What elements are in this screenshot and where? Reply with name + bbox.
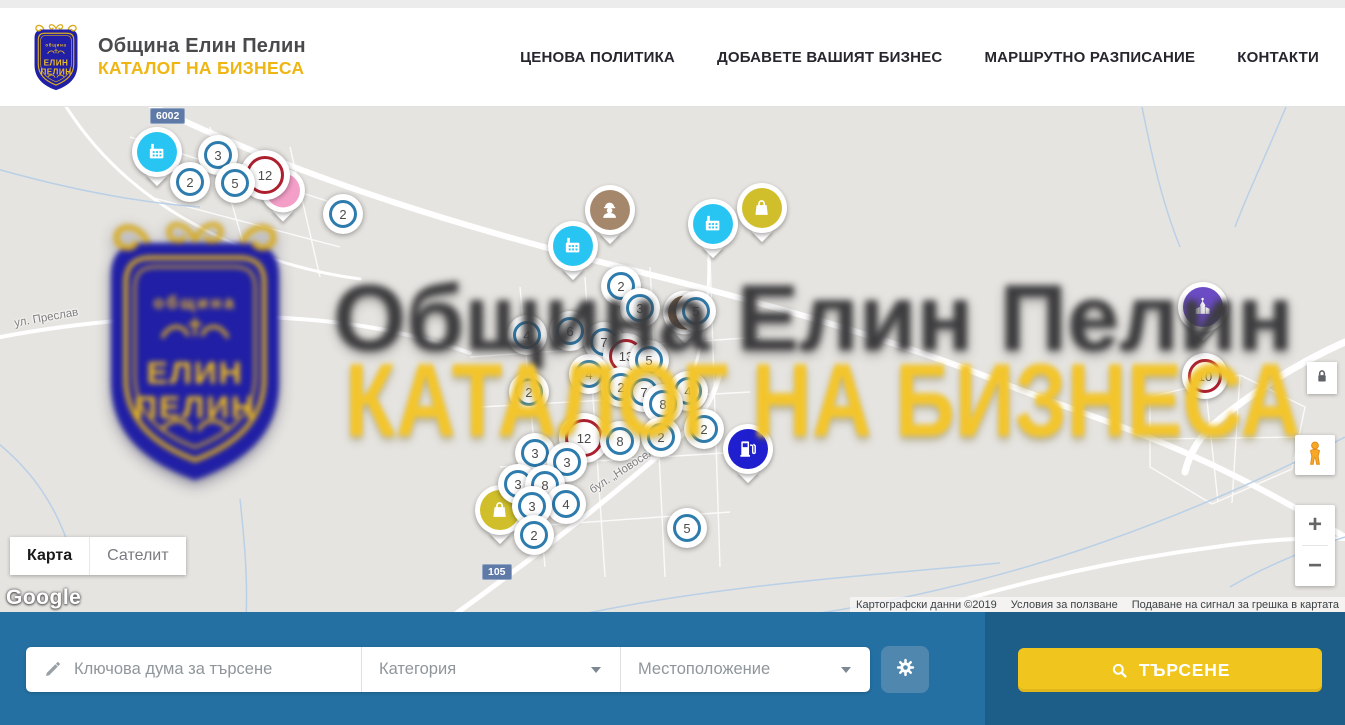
pegman-icon bbox=[1300, 438, 1330, 473]
cluster-ring: 5 bbox=[673, 514, 701, 542]
attribution-link-1[interactable]: Условия за ползване bbox=[1011, 599, 1118, 611]
keyword-field-wrap bbox=[26, 647, 362, 692]
chevron-down-icon bbox=[841, 667, 851, 673]
cluster-marker-2[interactable]: 2 bbox=[684, 409, 724, 449]
factory-icon bbox=[553, 226, 593, 266]
cluster-ring: 3 bbox=[521, 439, 549, 467]
cluster-ring: 2 bbox=[690, 415, 718, 443]
municipality-crest-logo: община ЕЛИН ПЕЛИН bbox=[28, 22, 84, 93]
lock-icon bbox=[1311, 365, 1333, 392]
pencil-icon bbox=[42, 659, 63, 680]
pin-disc bbox=[737, 183, 787, 233]
cluster-marker-4[interactable]: 4 bbox=[546, 484, 586, 524]
cluster-marker-10[interactable]: 10 bbox=[1182, 353, 1228, 399]
zoom-control: + − bbox=[1295, 505, 1335, 586]
attribution-text: Картографски данни ©2019 bbox=[856, 599, 997, 611]
road-badge-6002: 6002 bbox=[150, 108, 185, 124]
fuel-icon bbox=[728, 429, 768, 469]
category-pin-shopping-bag[interactable] bbox=[737, 183, 787, 233]
cluster-ring: 8 bbox=[649, 390, 677, 418]
brand-text: Община Елин Пелин КАТАЛОГ НА БИЗНЕСА bbox=[98, 35, 306, 79]
map-type-control: Карта Сателит bbox=[10, 537, 186, 575]
factory-icon bbox=[137, 132, 177, 172]
category-dropdown-value: Категория bbox=[379, 660, 456, 679]
church-icon bbox=[1183, 287, 1223, 327]
shopping-bag-icon bbox=[742, 188, 782, 228]
cluster-ring: 2 bbox=[647, 423, 675, 451]
cluster-ring: 2 bbox=[329, 200, 357, 228]
nav-item-3[interactable]: КОНТАКТИ bbox=[1237, 49, 1319, 66]
location-dropdown[interactable]: Местоположение bbox=[621, 647, 870, 692]
advanced-settings-button[interactable] bbox=[881, 646, 929, 693]
nav-item-2[interactable]: МАРШРУТНО РАЗПИСАНИЕ bbox=[984, 49, 1195, 66]
pin-disc bbox=[723, 424, 773, 474]
cluster-ring: 4 bbox=[552, 490, 580, 518]
gear-icon bbox=[894, 656, 917, 684]
cluster-ring: 10 bbox=[1188, 359, 1222, 393]
top-strip bbox=[0, 0, 1345, 8]
search-icon bbox=[1110, 661, 1129, 680]
cluster-marker-8[interactable]: 8 bbox=[600, 421, 640, 461]
street-view-pegman-button[interactable] bbox=[1295, 435, 1335, 475]
category-pin-fuel[interactable] bbox=[723, 424, 773, 474]
header: община ЕЛИН ПЕЛИН Община Елин Пелин КАТА… bbox=[0, 8, 1345, 107]
category-dropdown[interactable]: Категория bbox=[362, 647, 621, 692]
cluster-ring: 4 bbox=[575, 360, 603, 388]
site-subtitle: КАТАЛОГ НА БИЗНЕСА bbox=[98, 58, 306, 79]
cluster-marker-2[interactable]: 2 bbox=[641, 417, 681, 457]
cluster-marker-3[interactable]: 3 bbox=[620, 288, 660, 328]
factory-icon bbox=[693, 204, 733, 244]
cluster-ring: 5 bbox=[635, 346, 663, 374]
brand-logo-link[interactable]: община ЕЛИН ПЕЛИН Община Елин Пелин КАТА… bbox=[28, 22, 306, 93]
chevron-down-icon bbox=[591, 667, 601, 673]
cluster-ring: 6 bbox=[556, 317, 584, 345]
pin-disc bbox=[548, 221, 598, 271]
zoom-out-button[interactable]: − bbox=[1295, 546, 1335, 586]
search-button-label: ТЪРСЕНЕ bbox=[1139, 660, 1230, 681]
search-panel: Категория Местоположение bbox=[0, 612, 1345, 725]
category-pin-church[interactable] bbox=[1178, 282, 1228, 332]
lock-button[interactable] bbox=[1307, 362, 1337, 394]
nav-item-0[interactable]: ЦЕНОВА ПОЛИТИКА bbox=[520, 49, 675, 66]
map-type-map-button[interactable]: Карта bbox=[10, 537, 89, 575]
map-attribution: Картографски данни ©2019 Условия за ползв… bbox=[850, 597, 1345, 612]
zoom-in-button[interactable]: + bbox=[1295, 505, 1335, 545]
cluster-marker-2[interactable]: 2 bbox=[170, 162, 210, 202]
cluster-marker-5[interactable]: 5 bbox=[215, 163, 255, 203]
cluster-ring: 8 bbox=[606, 427, 634, 455]
svg-text:ПЕЛИН: ПЕЛИН bbox=[40, 67, 71, 76]
main-nav: ЦЕНОВА ПОЛИТИКА ДОБАВЕТЕ ВАШИЯТ БИЗНЕС МАР… bbox=[520, 49, 1319, 66]
cluster-ring: 2 bbox=[176, 168, 204, 196]
cluster-marker-2[interactable]: 2 bbox=[323, 194, 363, 234]
site-title: Община Елин Пелин bbox=[98, 35, 306, 59]
category-pin-factory[interactable] bbox=[688, 199, 738, 249]
cluster-ring: 5 bbox=[682, 297, 710, 325]
cluster-ring: 2 bbox=[520, 521, 548, 549]
search-submit-button[interactable]: ТЪРСЕНЕ bbox=[1018, 648, 1322, 692]
cluster-marker-4[interactable]: 4 bbox=[507, 315, 547, 355]
map-type-satellite-button[interactable]: Сателит bbox=[89, 537, 185, 575]
category-pin-factory[interactable] bbox=[548, 221, 598, 271]
cluster-marker-5[interactable]: 5 bbox=[667, 508, 707, 548]
pin-disc bbox=[1178, 282, 1228, 332]
keyword-search-input[interactable] bbox=[26, 647, 361, 692]
cluster-marker-5[interactable]: 5 bbox=[676, 291, 716, 331]
cluster-ring: 2 bbox=[515, 378, 543, 406]
page: община ЕЛИН ПЕЛИН Община Елин Пелин КАТА… bbox=[0, 0, 1345, 725]
map-canvas[interactable]: 312252235647135410247282212833384352 общ… bbox=[0, 107, 1345, 612]
cluster-marker-2[interactable]: 2 bbox=[514, 515, 554, 555]
pin-disc bbox=[688, 199, 738, 249]
cluster-ring: 5 bbox=[221, 169, 249, 197]
cluster-ring: 4 bbox=[513, 321, 541, 349]
svg-text:ЕЛИН: ЕЛИН bbox=[44, 58, 69, 67]
search-bar: Категория Местоположение bbox=[26, 647, 870, 692]
location-dropdown-value: Местоположение bbox=[638, 660, 770, 679]
attribution-link-2[interactable]: Подаване на сигнал за грешка в картата bbox=[1132, 599, 1339, 611]
cluster-ring: 3 bbox=[626, 294, 654, 322]
google-logo[interactable]: Google bbox=[6, 586, 81, 610]
road-badge-105: 105 bbox=[482, 564, 512, 580]
cluster-marker-2[interactable]: 2 bbox=[509, 372, 549, 412]
nav-item-1[interactable]: ДОБАВЕТЕ ВАШИЯТ БИЗНЕС bbox=[717, 49, 942, 66]
svg-text:община: община bbox=[45, 41, 66, 47]
